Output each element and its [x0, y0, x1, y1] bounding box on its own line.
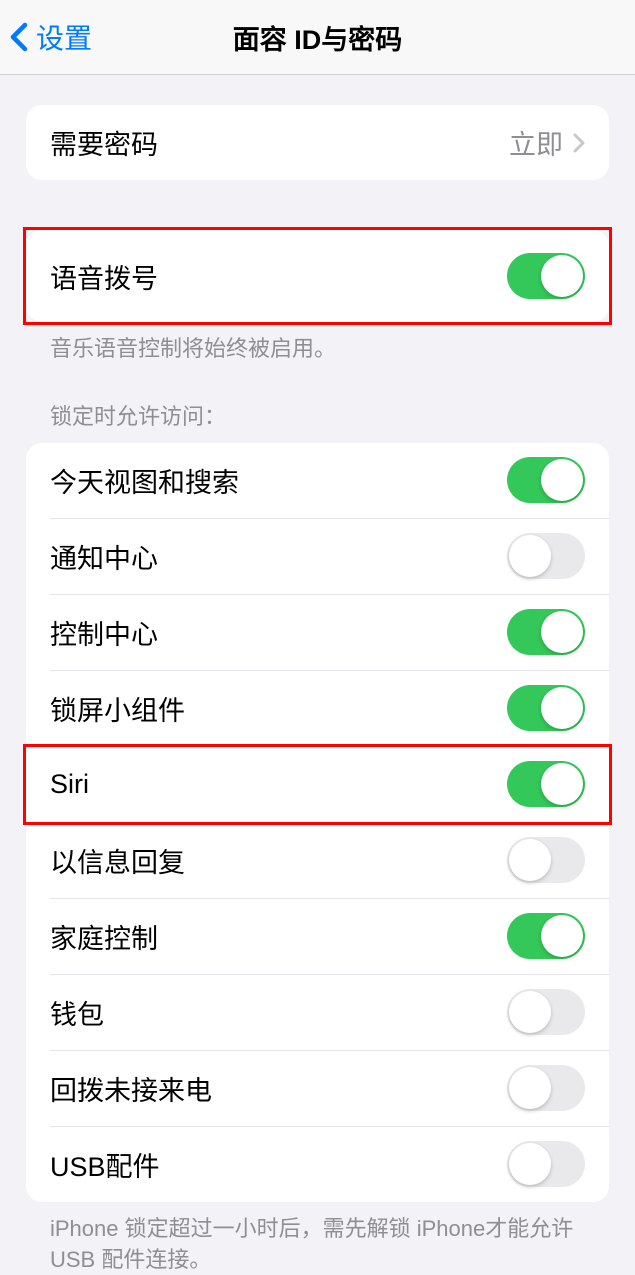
voice-dial-footer: 音乐语音控制将始终被启用。: [26, 322, 609, 365]
toggle-knob: [509, 839, 551, 881]
voice-dial-label: 语音拨号: [50, 257, 158, 296]
list-item: 通知中心: [26, 519, 609, 594]
list-item-label: 通知中心: [50, 537, 158, 576]
toggle-knob: [509, 991, 551, 1033]
list-item-label: Siri: [50, 769, 89, 800]
back-label: 设置: [36, 17, 92, 57]
list-item-toggle[interactable]: [507, 533, 585, 579]
back-button[interactable]: 设置: [0, 17, 92, 57]
chevron-right-icon: [573, 133, 585, 153]
list-item-label: 以信息回复: [50, 841, 185, 880]
list-item: 钱包: [26, 975, 609, 1050]
list-item: 以信息回复: [26, 823, 609, 898]
page-title: 面容 ID与密码: [0, 18, 635, 57]
list-item: 今天视图和搜索: [26, 443, 609, 518]
toggle-knob: [541, 611, 583, 653]
list-item: 家庭控制: [26, 899, 609, 974]
list-item-toggle[interactable]: [507, 1065, 585, 1111]
allow-access-group: 今天视图和搜索通知中心控制中心锁屏小组件 Siri 以信息回复家庭控制钱包回拨未接来…: [26, 443, 609, 1202]
toggle-knob: [541, 459, 583, 501]
toggle-knob: [541, 915, 583, 957]
list-item: USB配件: [26, 1127, 609, 1202]
voice-dial-group: 语音拨号: [26, 230, 609, 322]
nav-bar: 设置 面容 ID与密码: [0, 0, 635, 75]
list-item-toggle[interactable]: [507, 457, 585, 503]
chevron-left-icon: [10, 22, 28, 52]
voice-dial-cell: 语音拨号: [26, 230, 609, 322]
list-item-toggle[interactable]: [507, 761, 585, 807]
list-item-toggle[interactable]: [507, 913, 585, 959]
cell-right: 立即: [509, 123, 585, 162]
list-item-toggle[interactable]: [507, 837, 585, 883]
list-item-toggle[interactable]: [507, 1141, 585, 1187]
list-item-toggle[interactable]: [507, 609, 585, 655]
toggle-knob: [509, 1143, 551, 1185]
toggle-knob: [509, 535, 551, 577]
list-item: 锁屏小组件: [26, 671, 609, 746]
list-item-label: 回拨未接来电: [50, 1069, 212, 1108]
list-item-label: 今天视图和搜索: [50, 461, 239, 500]
list-item-label: 家庭控制: [50, 917, 158, 956]
toggle-knob: [541, 763, 583, 805]
usb-footer: iPhone 锁定超过一小时后，需先解锁 iPhone才能允许USB 配件连接。: [26, 1202, 609, 1275]
list-item: 回拨未接来电: [26, 1051, 609, 1126]
toggle-knob: [541, 255, 583, 297]
require-passcode-value: 立即: [509, 123, 563, 162]
list-item-toggle[interactable]: [507, 989, 585, 1035]
list-item-label: USB配件: [50, 1145, 160, 1184]
list-item-label: 钱包: [50, 993, 104, 1032]
require-passcode-label: 需要密码: [50, 123, 158, 162]
list-item-label: 锁屏小组件: [50, 689, 185, 728]
voice-dial-toggle[interactable]: [507, 253, 585, 299]
toggle-knob: [541, 687, 583, 729]
list-item-label: 控制中心: [50, 613, 158, 652]
require-passcode-group: 需要密码 立即: [26, 105, 609, 180]
toggle-knob: [509, 1067, 551, 1109]
allow-access-header: 锁定时允许访问：: [26, 399, 609, 443]
list-item: 控制中心: [26, 595, 609, 670]
list-item: Siri: [26, 747, 609, 822]
require-passcode-cell[interactable]: 需要密码 立即: [26, 105, 609, 180]
list-item-toggle[interactable]: [507, 685, 585, 731]
